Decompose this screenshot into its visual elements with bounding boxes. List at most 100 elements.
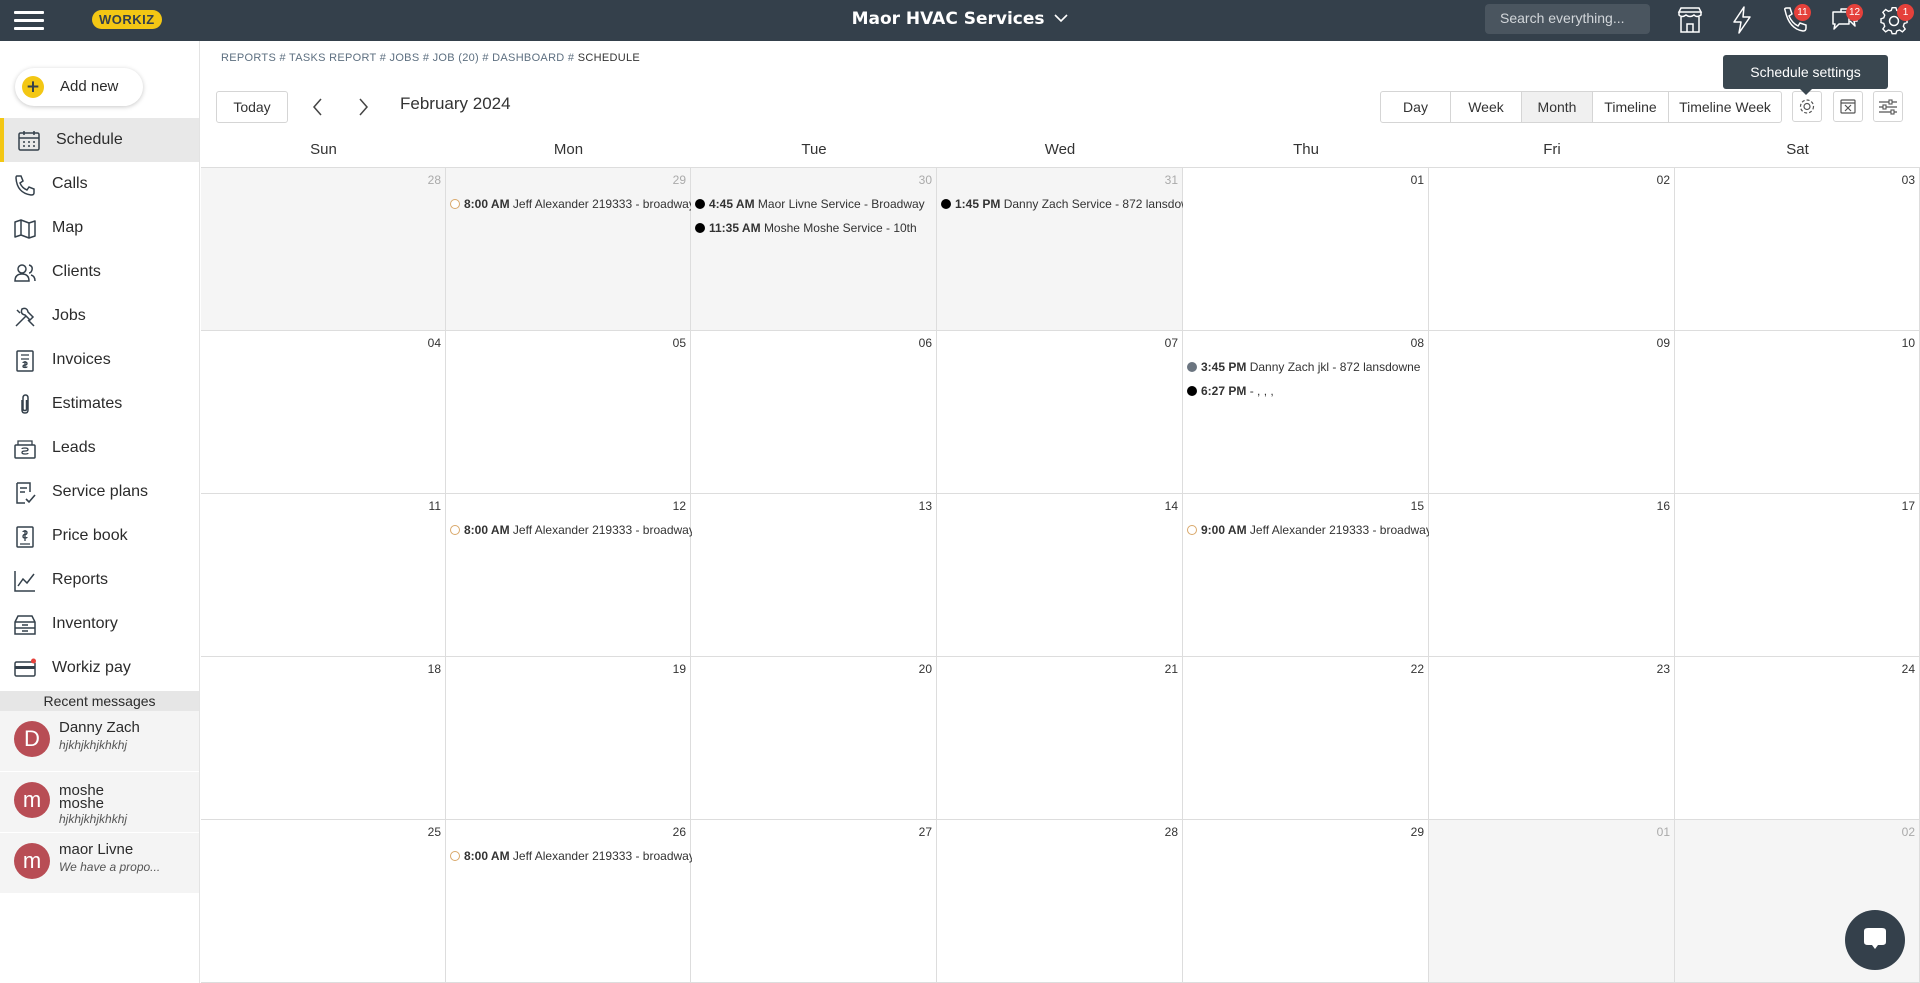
sidebar-item-invoices[interactable]: Invoices: [0, 338, 199, 382]
day-cell[interactable]: 20: [691, 657, 937, 820]
sidebar-item-estimates[interactable]: Estimates: [0, 382, 199, 426]
filter-settings-button[interactable]: [1873, 91, 1903, 122]
sidebar-item-schedule[interactable]: Schedule: [0, 118, 199, 162]
export-excel-button[interactable]: [1833, 91, 1863, 122]
message-item[interactable]: D Danny Zach hjkhjkhjkhkhj: [0, 711, 199, 771]
lightning-icon[interactable]: [1727, 4, 1757, 36]
calendar-event[interactable]: 8:00 AM Jeff Alexander 219333 - broadway: [450, 195, 692, 213]
card-icon: [14, 658, 36, 677]
breadcrumb-job[interactable]: JOB (20): [433, 52, 479, 64]
chat-icon[interactable]: 12: [1830, 4, 1863, 36]
day-cell[interactable]: 08 3:45 PM Danny Zach jkl - 872 lansdowne…: [1183, 331, 1429, 494]
view-month-button[interactable]: Month: [1522, 92, 1593, 122]
event-title: Jeff Alexander 219333 - broadway: [512, 849, 692, 863]
sidebar-item-inventory[interactable]: Inventory: [0, 602, 199, 646]
day-cell[interactable]: 06: [691, 331, 937, 494]
sidebar-item-workiz-pay[interactable]: Workiz pay: [0, 646, 199, 690]
calendar-event[interactable]: 3:45 PM Danny Zach jkl - 872 lansdowne: [1187, 358, 1429, 376]
today-button[interactable]: Today: [216, 91, 288, 123]
day-cell[interactable]: 07: [937, 331, 1183, 494]
breadcrumb-jobs[interactable]: JOBS: [390, 52, 420, 64]
event-time: 3:45 PM: [1201, 360, 1247, 374]
day-cell[interactable]: 24: [1675, 657, 1920, 820]
message-item[interactable]: m maor Livne We have a propo...: [0, 833, 199, 893]
day-cell[interactable]: 26 8:00 AM Jeff Alexander 219333 - broadw…: [446, 820, 692, 983]
view-week-button[interactable]: Week: [1451, 92, 1522, 122]
day-cell[interactable]: 16: [1429, 494, 1675, 657]
sidebar-item-service-plans[interactable]: Service plans: [0, 470, 199, 514]
add-new-button[interactable]: + Add new: [15, 68, 143, 106]
workiz-logo[interactable]: WORKIZ: [92, 10, 162, 29]
day-cell[interactable]: 03: [1675, 168, 1920, 331]
breadcrumb-separator: #: [567, 52, 575, 64]
day-cell[interactable]: 15 9:00 AM Jeff Alexander 219333 - broadw…: [1183, 494, 1429, 657]
event-time: 8:00 AM: [464, 523, 510, 537]
calendar-event[interactable]: 1:45 PM Danny Zach Service - 872 lansdow…: [941, 195, 1183, 213]
day-cell[interactable]: 02: [1429, 168, 1675, 331]
calendar-event[interactable]: 11:35 AM Moshe Moshe Service - 10th: [695, 219, 937, 237]
day-cell[interactable]: 30 4:45 AM Maor Livne Service - Broadway 1…: [691, 168, 937, 331]
day-cell[interactable]: 27: [691, 820, 937, 983]
calendar-event[interactable]: 9:00 AM Jeff Alexander 219333 - broadway: [1187, 521, 1429, 539]
day-cell[interactable]: 31 1:45 PM Danny Zach Service - 872 lansd…: [937, 168, 1183, 331]
gear-icon[interactable]: 1: [1880, 4, 1914, 36]
view-timeline-week-button[interactable]: Timeline Week: [1669, 92, 1781, 122]
sidebar-item-leads[interactable]: Leads: [0, 426, 199, 470]
calendar-event[interactable]: 4:45 AM Maor Livne Service - Broadway: [695, 195, 937, 213]
sidebar-item-calls[interactable]: Calls: [0, 162, 199, 206]
day-cell[interactable]: 13: [691, 494, 937, 657]
day-cell[interactable]: 12 8:00 AM Jeff Alexander 219333 - broadw…: [446, 494, 692, 657]
sidebar-item-clients[interactable]: Clients: [0, 250, 199, 294]
phone-icon[interactable]: 11: [1779, 4, 1811, 36]
day-cell[interactable]: 17: [1675, 494, 1920, 657]
company-switcher[interactable]: Maor HVAC Services: [852, 9, 1069, 29]
day-cell[interactable]: 14: [937, 494, 1183, 657]
day-number: 30: [918, 173, 932, 187]
calendar-event[interactable]: 6:27 PM - , , ,: [1187, 382, 1429, 400]
menu-icon[interactable]: [14, 8, 44, 32]
day-cell[interactable]: 04: [201, 331, 446, 494]
day-cell[interactable]: 01: [1429, 820, 1675, 983]
message-preview: hjkhjkhjkhkhj: [59, 738, 128, 752]
day-cell[interactable]: 21: [937, 657, 1183, 820]
sidebar-item-label: Reports: [52, 571, 109, 588]
day-cell[interactable]: 19: [446, 657, 691, 820]
day-cell[interactable]: 29: [1183, 820, 1429, 983]
day-cell[interactable]: 23: [1429, 657, 1675, 820]
calendar-event[interactable]: 8:00 AM Jeff Alexander 219333 - broadway: [450, 847, 692, 865]
next-month-button[interactable]: [351, 95, 375, 119]
schedule-settings-button[interactable]: [1792, 91, 1822, 122]
day-cell[interactable]: 18: [201, 657, 446, 820]
calendar-event[interactable]: 8:00 AM Jeff Alexander 219333 - broadway: [450, 521, 692, 539]
breadcrumb-tasks-report[interactable]: TASKS REPORT: [289, 52, 376, 64]
day-cell[interactable]: 09: [1429, 331, 1675, 494]
event-title: Danny Zach jkl - 872 lansdowne: [1249, 360, 1421, 374]
day-cell[interactable]: 28: [201, 168, 446, 331]
day-cell[interactable]: 05: [446, 331, 691, 494]
support-chat-button[interactable]: [1845, 910, 1905, 970]
day-number: 18: [427, 662, 441, 676]
day-cell[interactable]: 29 8:00 AM Jeff Alexander 219333 - broadw…: [446, 168, 692, 331]
view-day-button[interactable]: Day: [1381, 92, 1451, 122]
day-number: 29: [1410, 825, 1424, 839]
event-title: Jeff Alexander 219333 - broadway: [512, 197, 692, 211]
sidebar-item-jobs[interactable]: Jobs: [0, 294, 199, 338]
day-cell[interactable]: 10: [1675, 331, 1920, 494]
store-icon[interactable]: [1675, 4, 1705, 36]
search-input[interactable]: Search everything...: [1485, 4, 1650, 34]
recent-messages-header: Recent messages: [0, 691, 199, 711]
sidebar-item-map[interactable]: Map: [0, 206, 199, 250]
day-cell[interactable]: 25: [201, 820, 446, 983]
settings-badge: 1: [1897, 4, 1914, 21]
breadcrumb-dashboard[interactable]: DASHBOARD: [492, 52, 564, 64]
day-cell[interactable]: 22: [1183, 657, 1429, 820]
prev-month-button[interactable]: [306, 95, 330, 119]
sidebar-item-price-book[interactable]: Price book: [0, 514, 199, 558]
view-timeline-button[interactable]: Timeline: [1593, 92, 1669, 122]
breadcrumb-reports[interactable]: REPORTS: [221, 52, 276, 64]
message-item[interactable]: m moshe moshe hjkhjkhjkhkhj: [0, 772, 199, 832]
day-cell[interactable]: 01: [1183, 168, 1429, 331]
sidebar-item-reports[interactable]: Reports: [0, 558, 199, 602]
day-cell[interactable]: 28: [937, 820, 1183, 983]
day-cell[interactable]: 11: [201, 494, 446, 657]
